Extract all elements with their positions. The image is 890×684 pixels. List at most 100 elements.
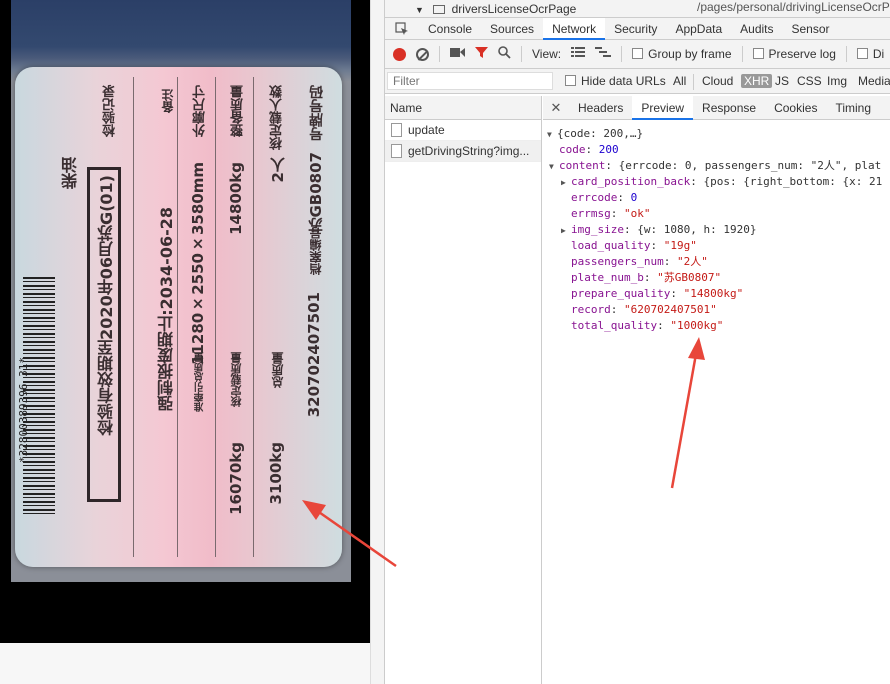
clear-icon[interactable] xyxy=(416,47,429,61)
filter-type-xhr[interactable]: XHR xyxy=(741,74,773,88)
tab-appdata[interactable]: AppData xyxy=(666,18,731,40)
toolbar-divider xyxy=(439,46,440,62)
request-name: update xyxy=(408,123,445,137)
tab-audits[interactable]: Audits xyxy=(731,18,782,40)
search-icon[interactable] xyxy=(498,46,511,62)
expand-triangle-icon[interactable]: ▼ xyxy=(549,159,559,175)
hide-data-urls-checkbox[interactable]: Hide data URLs xyxy=(565,74,666,88)
json-row-load-quality: load_quality: "19g" xyxy=(571,239,697,252)
filter-divider xyxy=(693,74,694,90)
tab-console[interactable]: Console xyxy=(419,18,481,40)
tab-preview[interactable]: Preview xyxy=(632,95,694,120)
request-row-update[interactable]: update xyxy=(385,120,541,141)
tab-timing[interactable]: Timing xyxy=(826,96,880,120)
collapsed-triangle-icon[interactable]: ▶ xyxy=(561,223,571,239)
camera-icon[interactable] xyxy=(450,47,465,61)
request-detail: ✕ Headers Preview Response Cookies Timin… xyxy=(543,95,890,684)
photo-pane: 号牌号码 苏GB0807 档案编号 320702407501 核定载人数 2人 … xyxy=(0,0,370,643)
card-text-passengers-label: 核定载人数 xyxy=(270,85,285,150)
license-photo: 号牌号码 苏GB0807 档案编号 320702407501 核定载人数 2人 … xyxy=(11,0,351,582)
filter-type-css[interactable]: CSS xyxy=(797,74,822,88)
card-text-total-label: 总质量 xyxy=(271,352,285,388)
tab-sources[interactable]: Sources xyxy=(481,18,543,40)
filter-type-img[interactable]: Img xyxy=(827,74,847,88)
filter-type-cloud[interactable]: Cloud xyxy=(702,74,733,88)
inspect-element-icon[interactable] xyxy=(385,18,419,40)
license-card: 号牌号码 苏GB0807 档案编号 320702407501 核定载人数 2人 … xyxy=(15,67,342,567)
card-text-remark-label: 备注 xyxy=(161,89,175,113)
collapsed-triangle-icon[interactable]: ▶ xyxy=(561,175,571,191)
json-row-errmsg: errmsg: "ok" xyxy=(571,207,651,220)
waterfall-view-icon[interactable] xyxy=(595,47,612,61)
toolbar-divider xyxy=(521,46,522,62)
filter-icon[interactable] xyxy=(475,46,488,62)
hide-data-urls-label: Hide data URLs xyxy=(581,74,666,88)
filter-bar: Hide data URLs All Cloud XHR JS CSS Img … xyxy=(385,69,890,94)
json-row-card-position-back[interactable]: ▶ card_position_back: {pos: {right_bottom… xyxy=(547,174,890,190)
group-by-frame-checkbox[interactable]: Group by frame xyxy=(632,47,732,61)
json-row-content[interactable]: ▼ content: {errcode: 0, passengers_num: "… xyxy=(547,158,890,174)
json-row-total-quality: total_quality: "1000kg" xyxy=(571,319,724,332)
card-text-total: 3100kg xyxy=(267,442,285,505)
card-rule xyxy=(177,77,178,557)
checkbox-icon xyxy=(565,75,576,86)
card-text-fuel: 柴油 xyxy=(61,157,80,189)
card-rule xyxy=(133,77,134,557)
tab-cookies[interactable]: Cookies xyxy=(765,96,826,120)
card-text-passengers: 2人 xyxy=(269,157,287,183)
tab-sensor[interactable]: Sensor xyxy=(783,18,839,40)
name-column-header[interactable]: Name xyxy=(385,96,541,120)
expand-triangle-icon[interactable]: ▼ xyxy=(547,127,557,143)
request-row-getdrivingstring[interactable]: getDrivingString?img... xyxy=(385,141,541,162)
card-text-tow-label: 准牵引总质量 xyxy=(195,352,206,412)
elements-breadcrumb: ▼ driversLicenseOcrPage /pages/personal/… xyxy=(385,0,890,18)
tab-response[interactable]: Response xyxy=(693,96,765,120)
close-icon[interactable]: ✕ xyxy=(543,100,569,116)
network-panes: Name update getDrivingString?img... ✕ He… xyxy=(385,95,890,684)
card-text-load-label: 核定载质量 xyxy=(230,352,243,407)
splitter[interactable] xyxy=(370,0,384,684)
card-text-record-label: 档案编号 xyxy=(309,227,323,275)
filter-type-media[interactable]: Media xyxy=(858,74,890,88)
checkbox-icon xyxy=(752,48,764,59)
tab-security[interactable]: Security xyxy=(605,18,666,40)
preserve-log-label: Preserve log xyxy=(768,47,836,61)
file-icon xyxy=(391,144,402,158)
card-text-plate: 苏GB0807 xyxy=(307,152,325,233)
filter-type-all[interactable]: All xyxy=(673,74,686,88)
request-list: Name update getDrivingString?img... xyxy=(385,96,542,684)
request-name: getDrivingString?img... xyxy=(408,144,530,158)
list-view-icon[interactable] xyxy=(571,47,586,61)
card-text-curb: 14800kg xyxy=(227,162,245,235)
json-row-img-size[interactable]: ▶ img_size: {w: 1080, h: 1920} xyxy=(547,222,890,238)
card-text-record: 320702407501 xyxy=(305,292,323,418)
card-text-plate-label: 号牌号码 xyxy=(309,85,325,141)
json-row-plate-num-b: plate_num_b: "苏GB0807" xyxy=(571,271,722,284)
filter-type-js[interactable]: JS xyxy=(775,74,789,88)
group-by-frame-label: Group by frame xyxy=(648,47,732,61)
record-icon[interactable] xyxy=(393,47,406,61)
file-icon xyxy=(391,123,402,137)
preserve-log-checkbox[interactable]: Preserve log xyxy=(752,47,836,61)
json-row-passengers-num: passengers_num: "2人" xyxy=(571,255,708,268)
toolbar-divider xyxy=(845,46,847,62)
folder-icon xyxy=(433,5,446,14)
json-row-errcode: errcode: 0 xyxy=(571,191,638,204)
json-root[interactable]: ▼ {code: 200,…} xyxy=(547,126,890,142)
toolbar-divider xyxy=(741,46,743,62)
filter-input[interactable] xyxy=(387,72,553,90)
expand-triangle-icon[interactable]: ▼ xyxy=(415,5,424,15)
barcode-digits: *32800389396 31* xyxy=(17,357,30,463)
tab-network[interactable]: Network xyxy=(543,17,606,40)
checkbox-icon xyxy=(856,48,868,59)
tab-headers[interactable]: Headers xyxy=(569,96,632,120)
json-row-prepare-quality: prepare_quality: "14800kg" xyxy=(571,287,744,300)
devtools-tabs: Console Sources Network Security AppData… xyxy=(385,17,890,40)
page-node[interactable]: ▼ driversLicenseOcrPage xyxy=(415,2,576,16)
page-node-label: driversLicenseOcrPage xyxy=(451,2,577,16)
json-row-code: code: 200 xyxy=(559,143,619,156)
json-preview: ▼ {code: 200,…} code: 200 ▼ content: {errc… xyxy=(543,120,890,334)
checkbox-icon xyxy=(632,48,644,59)
card-rule xyxy=(215,77,216,557)
disable-cache-checkbox[interactable]: Di xyxy=(856,47,884,61)
